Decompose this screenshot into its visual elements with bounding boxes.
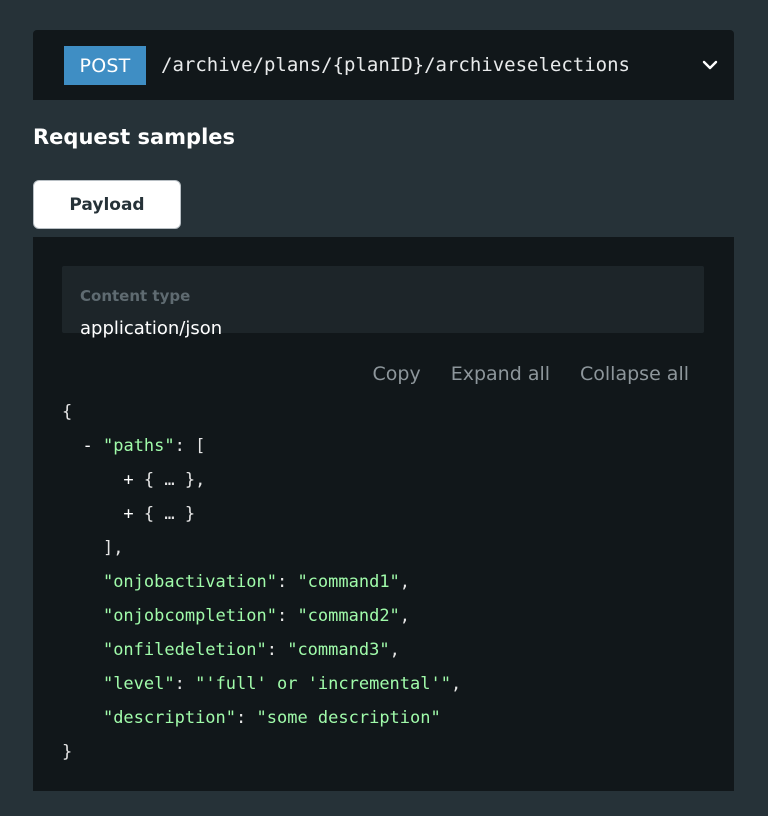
json-code-block: { - "paths": [ + { … }, + { … } ], "onjo… bbox=[62, 395, 461, 769]
code-actions: Copy Expand all Collapse all bbox=[373, 363, 689, 385]
open-brace: { bbox=[62, 402, 73, 422]
code-line: "onjobactivation": "command1", bbox=[102, 572, 411, 592]
collapsed-object[interactable]: { … } bbox=[144, 504, 195, 524]
array-close: ], bbox=[102, 538, 124, 558]
json-key: "paths" bbox=[102, 436, 175, 456]
code-line: "onfiledeletion": "command3", bbox=[102, 640, 400, 660]
content-type-box: Content type application/json bbox=[62, 266, 704, 339]
section-title: Request samples bbox=[33, 125, 236, 149]
json-key: "onjobactivation" bbox=[102, 572, 277, 592]
json-value: "command2" bbox=[297, 606, 400, 626]
code-line: - "paths": [ bbox=[82, 436, 206, 456]
json-value: "some description" bbox=[256, 708, 441, 728]
json-key: "onfiledeletion" bbox=[102, 640, 267, 660]
collapsed-object[interactable]: { … }, bbox=[144, 470, 205, 490]
code-line: "level": "'full' or 'incremental'", bbox=[102, 674, 462, 694]
code-line: { bbox=[62, 395, 461, 429]
json-value: "command1" bbox=[297, 572, 400, 592]
content-type-value: application/json bbox=[80, 318, 223, 339]
code-line: + { … } bbox=[62, 497, 461, 531]
json-value: "'full' or 'incremental'" bbox=[195, 674, 451, 694]
collapse-toggle[interactable]: - bbox=[82, 436, 92, 456]
content-type-label: Content type bbox=[80, 287, 191, 305]
code-line: + { … }, bbox=[62, 463, 461, 497]
expand-toggle[interactable]: + bbox=[123, 504, 133, 524]
sample-panel: Content type application/json Copy Expan… bbox=[33, 237, 734, 791]
json-key: "level" bbox=[102, 674, 175, 694]
endpoint-path: /archive/plans/{planID}/archiveselection… bbox=[161, 54, 630, 76]
json-key: "onjobcompletion" bbox=[102, 606, 277, 626]
endpoint-bar[interactable]: POST /archive/plans/{planID}/archivesele… bbox=[33, 30, 734, 100]
code-line: ], bbox=[62, 531, 461, 565]
collapse-all-button[interactable]: Collapse all bbox=[580, 363, 689, 385]
copy-button[interactable]: Copy bbox=[373, 363, 421, 385]
close-brace: } bbox=[62, 742, 73, 762]
code-line: "description": "some description" bbox=[102, 708, 441, 728]
json-value: "command3" bbox=[287, 640, 390, 660]
http-method-badge: POST bbox=[64, 46, 146, 85]
json-key: "description" bbox=[102, 708, 237, 728]
tab-payload[interactable]: Payload bbox=[33, 180, 181, 229]
code-line: "onjobcompletion": "command2", bbox=[102, 606, 411, 626]
expand-toggle[interactable]: + bbox=[123, 470, 133, 490]
expand-all-button[interactable]: Expand all bbox=[451, 363, 550, 385]
code-line: } bbox=[62, 735, 461, 769]
chevron-down-icon[interactable] bbox=[699, 54, 721, 76]
